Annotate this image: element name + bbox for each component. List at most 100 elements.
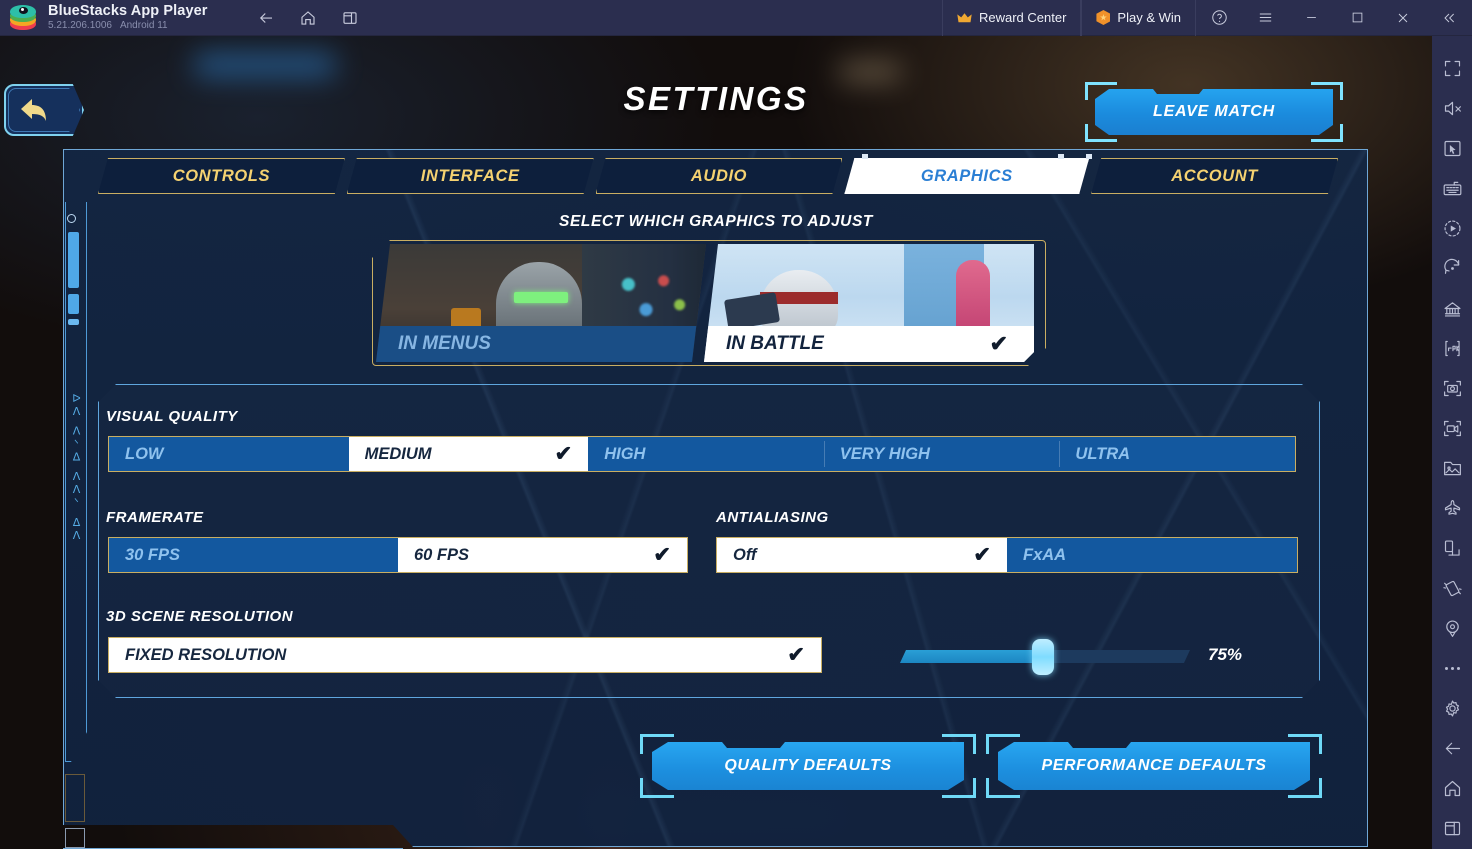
resolution-slider[interactable]: 75% — [900, 639, 1280, 675]
android-home-icon[interactable] — [1432, 768, 1472, 808]
scene-resolution-options: FIXED RESOLUTION ✔ — [108, 637, 822, 673]
tab-label: GRAPHICS — [920, 166, 1013, 185]
back-icon[interactable] — [256, 8, 276, 28]
panel-side-decor: ᐅᐱ ᐱᐠᐃ ᐱᐱᐠ ᐃᐱ — [63, 202, 91, 849]
tab-label: CONTROLS — [172, 166, 271, 185]
multi-instance-icon[interactable] — [1432, 288, 1472, 328]
play-and-win-label: Play & Win — [1117, 10, 1181, 25]
tab-interface[interactable]: INTERFACE — [347, 158, 594, 194]
option-label: 60 FPS — [414, 545, 470, 564]
slider-thumb[interactable] — [1032, 639, 1054, 675]
option-ultra[interactable]: ULTRA — [1059, 437, 1295, 471]
game-viewport: SETTINGS LEAVE MATCH ᐅᐱ ᐱᐠᐃ ᐱᐱᐠ ᐃᐱ CONTR… — [0, 36, 1432, 849]
tab-graphics[interactable]: GRAPHICS — [844, 158, 1089, 194]
install-apk-icon[interactable] — [1432, 328, 1472, 368]
option-label: FIXED RESOLUTION — [125, 645, 287, 664]
aurebesh-glyphs: ᐅᐱ ᐱᐠᐃ ᐱᐱᐠ ᐃᐱ — [70, 392, 83, 542]
rotate-screen-icon[interactable] — [1432, 528, 1472, 568]
panel-foot-decor — [63, 825, 403, 849]
medal-icon — [1096, 10, 1111, 25]
macro-icon[interactable] — [1432, 208, 1472, 248]
button-label: QUALITY DEFAULTS — [724, 757, 892, 774]
tab-label: AUDIO — [690, 166, 748, 185]
checkmark-icon: ✔ — [989, 331, 1008, 356]
option-low[interactable]: LOW — [109, 437, 349, 471]
scene-label: IN BATTLE — [726, 333, 824, 354]
button-label: PERFORMANCE DEFAULTS — [1041, 757, 1267, 774]
mute-icon[interactable] — [1432, 88, 1472, 128]
leave-match-label: LEAVE MATCH — [1153, 103, 1275, 120]
reward-center-label: Reward Center — [978, 10, 1067, 25]
screenshot-icon[interactable] — [1432, 368, 1472, 408]
option-label: ULTRA — [1075, 444, 1131, 463]
framerate-label: FRAMERATE — [106, 509, 204, 526]
close-button[interactable] — [1380, 0, 1426, 36]
recents-icon[interactable] — [340, 8, 360, 28]
more-icon[interactable] — [1432, 648, 1472, 688]
option-high[interactable]: HIGH — [588, 437, 824, 471]
minimize-button[interactable] — [1288, 0, 1334, 36]
performance-defaults-button[interactable]: PERFORMANCE DEFAULTS — [986, 734, 1322, 798]
option-label: FxAA — [1023, 545, 1067, 564]
collapse-icon[interactable] — [1426, 0, 1472, 36]
option-60-fps[interactable]: 60 FPS ✔ — [398, 538, 687, 572]
app-version-line: 5.21.206.1006 Android 11 — [48, 19, 208, 32]
option-label: Off — [733, 545, 757, 564]
fullscreen-icon[interactable] — [1432, 48, 1472, 88]
option-label: VERY HIGH — [839, 444, 930, 463]
eco-mode-icon[interactable] — [1432, 488, 1472, 528]
titlebar-right-group: Reward Center Play & Win — [941, 0, 1472, 36]
bluestacks-logo-icon — [10, 4, 36, 31]
maximize-button[interactable] — [1334, 0, 1380, 36]
leave-match-button[interactable]: LEAVE MATCH — [1085, 82, 1343, 142]
screen-record-icon[interactable] — [1432, 408, 1472, 448]
media-manager-icon[interactable] — [1432, 448, 1472, 488]
background-decor — [840, 64, 900, 80]
tab-controls[interactable]: CONTROLS — [98, 158, 345, 194]
rotate-icon[interactable] — [1432, 248, 1472, 288]
option-aa-off[interactable]: Off ✔ — [717, 538, 1007, 572]
android-back-icon[interactable] — [1432, 728, 1472, 768]
help-icon[interactable] — [1196, 0, 1242, 36]
tab-tick-decor — [862, 154, 1092, 159]
shake-icon[interactable] — [1432, 568, 1472, 608]
option-label: HIGH — [604, 444, 646, 463]
bluestacks-tool-rail — [1432, 36, 1472, 849]
tab-audio[interactable]: AUDIO — [596, 158, 843, 194]
play-and-win-button[interactable]: Play & Win — [1081, 0, 1196, 36]
checkmark-icon: ✔ — [787, 643, 805, 667]
app-identity: BlueStacks App Player 5.21.206.1006 Andro… — [48, 3, 208, 32]
scene-resolution-label: 3D SCENE RESOLUTION — [106, 608, 294, 625]
scene-label: IN MENUS — [398, 333, 491, 354]
option-label: LOW — [125, 444, 164, 463]
title-bar: BlueStacks App Player 5.21.206.1006 Andro… — [0, 0, 1472, 36]
tab-account[interactable]: ACCOUNT — [1091, 158, 1338, 194]
option-fixed-resolution[interactable]: FIXED RESOLUTION ✔ — [109, 638, 821, 672]
visual-quality-options: LOW MEDIUM ✔ HIGH VERY HIGH ULTRA — [108, 436, 1296, 472]
framerate-options: 30 FPS 60 FPS ✔ — [108, 537, 688, 573]
quality-defaults-button[interactable]: QUALITY DEFAULTS — [640, 734, 976, 798]
keymapping-icon[interactable] — [1432, 168, 1472, 208]
antialiasing-label: ANTIALIASING — [716, 509, 829, 526]
scene-selector: IN MENUS IN BATTLE ✔ — [372, 240, 1046, 366]
android-version: Android 11 — [119, 19, 168, 31]
reward-center-button[interactable]: Reward Center — [941, 0, 1082, 36]
scene-caption-in-battle: IN BATTLE ✔ — [704, 326, 1034, 362]
checkmark-icon: ✔ — [653, 543, 671, 567]
option-very-high[interactable]: VERY HIGH — [823, 437, 1060, 471]
android-recents-icon[interactable] — [1432, 808, 1472, 848]
scene-option-in-menus[interactable]: IN MENUS — [376, 244, 706, 362]
tab-label: INTERFACE — [420, 166, 520, 185]
settings-gear-icon[interactable] — [1432, 688, 1472, 728]
titlebar-nav-group — [256, 8, 360, 28]
option-label: 30 FPS — [125, 545, 181, 564]
checkmark-icon: ✔ — [554, 442, 573, 466]
menu-icon[interactable] — [1242, 0, 1288, 36]
location-icon[interactable] — [1432, 608, 1472, 648]
option-30-fps[interactable]: 30 FPS — [109, 538, 398, 572]
option-aa-fxaa[interactable]: FxAA — [1007, 538, 1297, 572]
option-medium[interactable]: MEDIUM ✔ — [348, 437, 589, 471]
cursor-icon[interactable] — [1432, 128, 1472, 168]
scene-option-in-battle[interactable]: IN BATTLE ✔ — [704, 244, 1034, 362]
home-icon[interactable] — [298, 8, 318, 28]
